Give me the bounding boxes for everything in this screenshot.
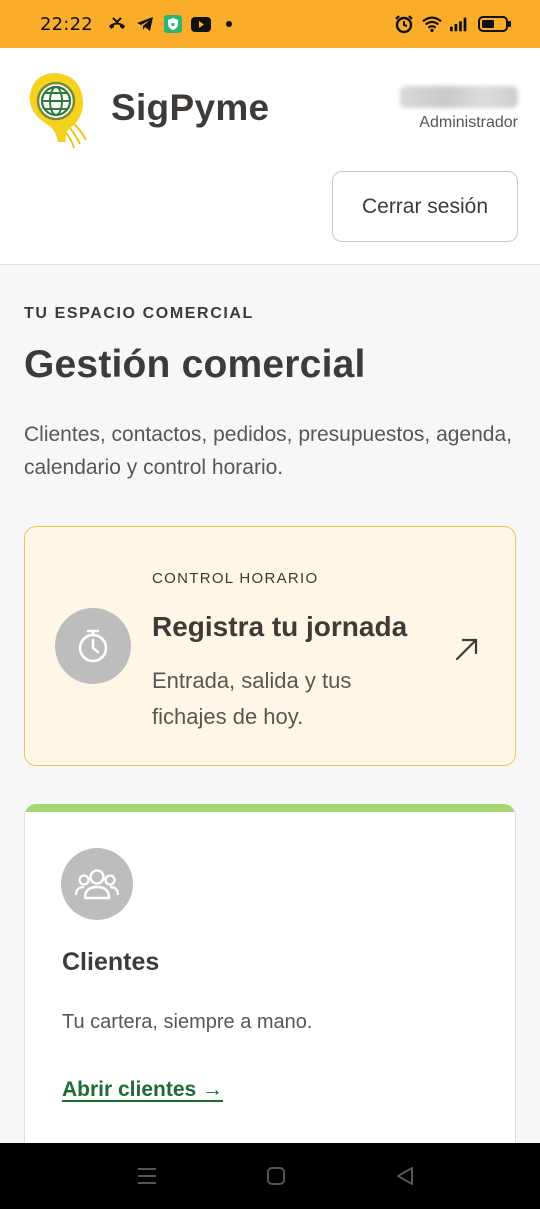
status-bar: 22:22 [0, 0, 540, 48]
section-eyebrow: TU ESPACIO COMERCIAL [24, 305, 254, 322]
app-header: SigPyme Administrador Cerrar sesión [0, 48, 540, 265]
telegram-icon [135, 14, 155, 34]
logout-button[interactable]: Cerrar sesión [332, 171, 518, 242]
status-time: 22:22 [40, 13, 93, 35]
clients-card-description: Tu cartera, siempre a mano. [62, 1011, 313, 1033]
card-accent-bar [25, 804, 515, 812]
menu-icon[interactable] [134, 1163, 160, 1189]
home-icon[interactable] [263, 1163, 289, 1189]
youtube-icon [190, 14, 211, 34]
time-tracking-card[interactable]: CONTROL HORARIO Registra tu jornada Entr… [24, 526, 516, 766]
arrow-up-right-icon [453, 635, 481, 663]
sigpyme-logo [22, 70, 90, 150]
time-card-eyebrow: CONTROL HORARIO [152, 570, 319, 587]
user-role: Administrador [419, 114, 518, 131]
user-name-redacted [400, 86, 518, 108]
clients-card-title: Clientes [62, 948, 160, 976]
time-card-description: Entrada, salida y tus fichajes de hoy. [152, 668, 352, 729]
system-nav-bar [0, 1143, 540, 1209]
signal-icon [450, 14, 470, 34]
page-title: Gestión comercial [24, 343, 366, 386]
battery-icon [478, 14, 512, 34]
alarm-icon [394, 14, 414, 34]
back-icon[interactable] [392, 1163, 418, 1189]
stopwatch-icon [55, 608, 131, 684]
brand-name: SigPyme [111, 87, 270, 128]
open-clients-link[interactable]: Abrir clientes → [62, 1078, 223, 1102]
status-right-icons [394, 14, 512, 34]
dot-icon [219, 14, 239, 34]
time-card-title: Registra tu jornada [152, 611, 408, 642]
users-icon [61, 848, 133, 920]
status-left-icons [107, 14, 239, 34]
wifi-icon [422, 14, 442, 34]
page-description: Clientes, contactos, pedidos, presupuest… [24, 423, 512, 479]
missed-call-icon [107, 14, 127, 34]
vpn-shield-icon [163, 14, 183, 34]
